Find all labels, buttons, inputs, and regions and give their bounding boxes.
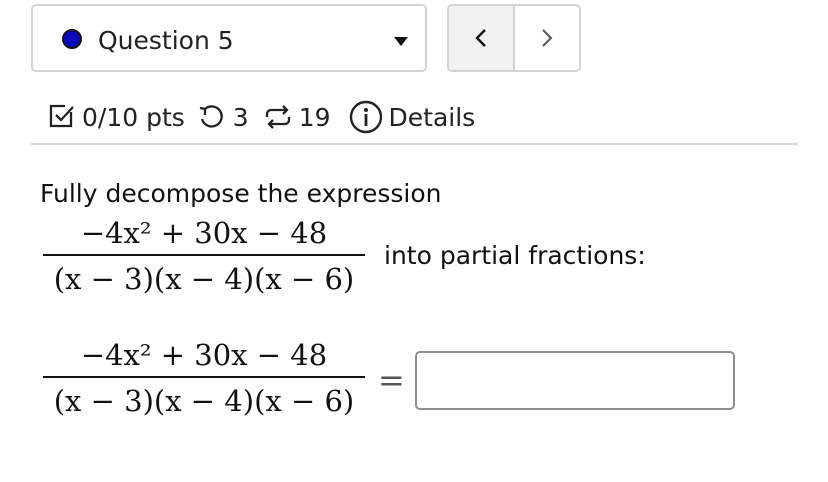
instruction-suffix: into partial fractions: bbox=[384, 241, 646, 270]
question-label: Question 5 bbox=[98, 26, 234, 55]
equation-denominator: (x − 3)(x − 4)(x − 6) bbox=[53, 384, 355, 418]
details-label: Details bbox=[388, 102, 476, 132]
question-selector[interactable]: Question 5 bbox=[31, 4, 427, 72]
question-meta-bar: 0/10 pts 3 19 Details bbox=[48, 98, 475, 136]
points-text: 0/10 pts bbox=[82, 102, 185, 132]
chevron-right-icon bbox=[542, 29, 553, 47]
question-prompt: Fully decompose the expression bbox=[40, 179, 442, 208]
expression-fraction: −4x² + 30x − 48 (x − 3)(x − 4)(x − 6) bbox=[43, 214, 365, 298]
equation-fraction: −4x² + 30x − 48 (x − 3)(x − 4)(x − 6) bbox=[43, 336, 365, 420]
equals-sign: = bbox=[378, 361, 405, 399]
repeat-icon bbox=[265, 105, 290, 129]
undo-icon bbox=[199, 105, 223, 128]
points-item: 0/10 pts bbox=[48, 103, 185, 132]
next-question-button[interactable] bbox=[515, 6, 579, 70]
previous-question-button[interactable] bbox=[449, 6, 515, 70]
info-icon bbox=[349, 100, 382, 134]
question-navigation bbox=[447, 4, 581, 72]
fraction-bar bbox=[43, 254, 365, 256]
submissions-item: 19 bbox=[263, 103, 331, 132]
dropdown-caret-icon bbox=[394, 37, 408, 46]
details-link[interactable]: Details bbox=[349, 100, 476, 134]
expression-denominator: (x − 3)(x − 4)(x − 6) bbox=[53, 262, 355, 296]
question-status-dot bbox=[62, 29, 82, 49]
chevron-left-icon bbox=[475, 29, 486, 47]
submissions-count: 19 bbox=[298, 102, 331, 132]
expression-numerator: −4x² + 30x − 48 bbox=[80, 216, 328, 250]
checkbox-icon bbox=[49, 104, 74, 128]
divider bbox=[31, 143, 798, 145]
retries-count: 3 bbox=[232, 102, 249, 132]
answer-input[interactable] bbox=[415, 351, 735, 410]
retries-item: 3 bbox=[197, 103, 249, 132]
fraction-bar bbox=[43, 376, 365, 378]
equation-numerator: −4x² + 30x − 48 bbox=[80, 338, 328, 372]
